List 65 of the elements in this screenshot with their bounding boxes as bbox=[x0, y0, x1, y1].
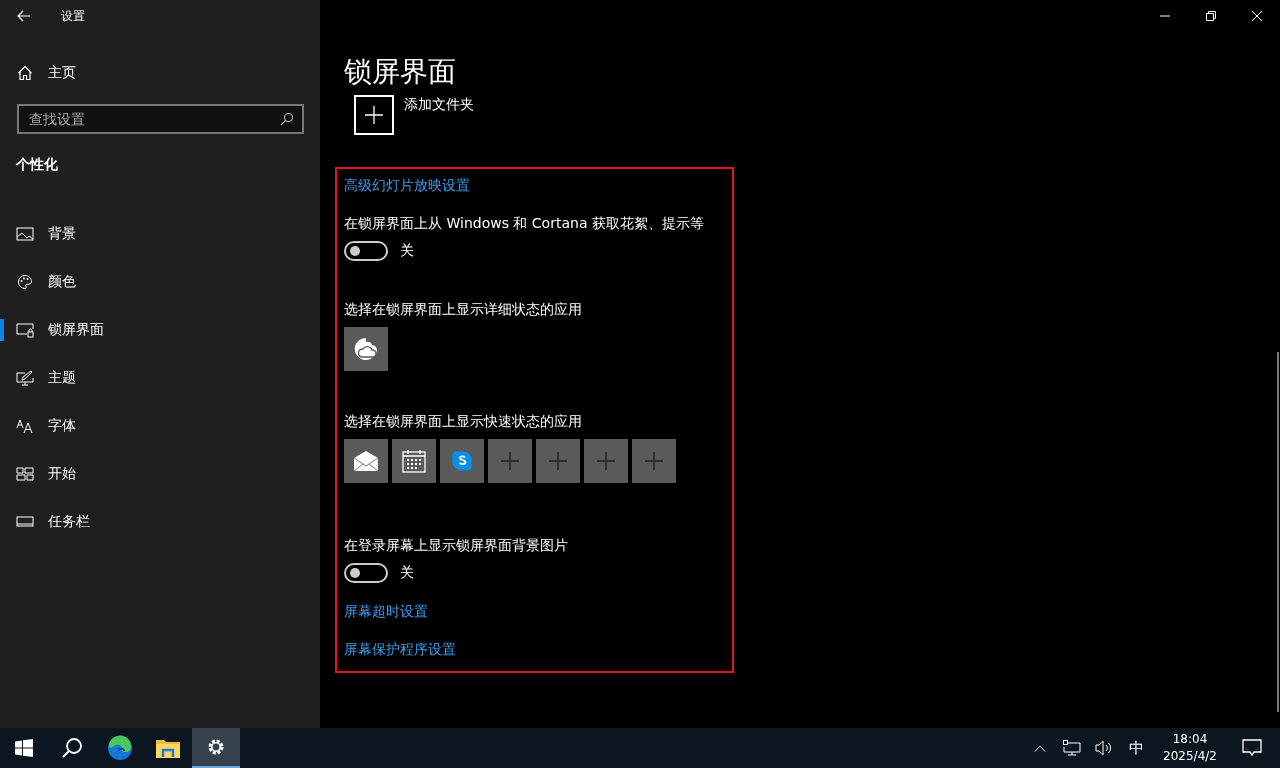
settings-link[interactable]: 屏幕超时设置 bbox=[344, 601, 428, 621]
gear-icon bbox=[206, 737, 226, 757]
pen-monitor-icon bbox=[16, 370, 34, 386]
plus-icon bbox=[549, 452, 567, 470]
moon-cloud-icon bbox=[353, 336, 379, 362]
setting-label: 选择在锁屏界面上显示快速状态的应用 bbox=[344, 412, 583, 431]
sidebar-item[interactable]: 开始 bbox=[0, 450, 320, 498]
sidebar-item[interactable]: 锁屏界面 bbox=[0, 306, 320, 354]
speech-bubble-icon bbox=[1242, 739, 1262, 757]
settings-link[interactable]: 高级幻灯片放映设置 bbox=[344, 175, 470, 195]
chevron-up-icon bbox=[1034, 744, 1046, 752]
sidebar-item[interactable]: 颜色 bbox=[0, 258, 320, 306]
setting-label: 选择在锁屏界面上显示详细状态的应用 bbox=[344, 300, 583, 319]
add-folder-button[interactable] bbox=[354, 95, 394, 135]
clock-button[interactable]: 18:04 2025/4/2 bbox=[1152, 728, 1228, 768]
clock-date: 2025/4/2 bbox=[1163, 748, 1217, 765]
plus-icon bbox=[365, 106, 383, 124]
speaker-icon bbox=[1095, 740, 1113, 756]
toggle-state: 关 bbox=[400, 564, 414, 582]
taskbar-app-button[interactable] bbox=[192, 728, 240, 768]
folder-icon bbox=[156, 738, 180, 758]
restore-icon bbox=[1206, 11, 1216, 21]
toggle-switch[interactable] bbox=[344, 563, 388, 583]
plus-icon bbox=[597, 452, 615, 470]
plus-icon bbox=[501, 452, 519, 470]
clock-time: 18:04 bbox=[1172, 731, 1208, 748]
app-tile[interactable] bbox=[392, 439, 436, 483]
windows-logo-icon bbox=[15, 739, 33, 757]
sidebar-item[interactable]: 字体 bbox=[0, 402, 320, 450]
search-icon bbox=[61, 737, 83, 759]
window-title: 设置 bbox=[61, 7, 85, 25]
close-icon bbox=[1252, 11, 1262, 21]
taskbar-icon bbox=[16, 514, 34, 530]
setting-label: 在锁屏界面上从 Windows 和 Cortana 获取花絮、提示等 bbox=[344, 214, 705, 233]
picture-icon bbox=[16, 226, 34, 242]
search-icon bbox=[280, 112, 294, 126]
chat-s-icon bbox=[451, 450, 473, 472]
app-tile[interactable] bbox=[344, 327, 388, 371]
toggle-switch[interactable] bbox=[344, 241, 388, 261]
envelope-icon bbox=[353, 450, 379, 472]
setting-label: 在登录屏幕上显示锁屏界面背景图片 bbox=[344, 536, 569, 555]
home-nav-item[interactable]: 主页 bbox=[0, 49, 320, 97]
lock-screen-icon bbox=[16, 322, 34, 338]
plus-icon bbox=[645, 452, 663, 470]
toggle-state: 关 bbox=[400, 242, 414, 260]
scrollbar[interactable] bbox=[1277, 352, 1279, 712]
calendar-icon bbox=[402, 449, 426, 473]
home-icon bbox=[17, 65, 33, 81]
input-method-button[interactable]: 中 bbox=[1120, 728, 1152, 768]
tiles-icon bbox=[16, 466, 34, 482]
app-tile[interactable] bbox=[344, 439, 388, 483]
sidebar-item[interactable]: 背景 bbox=[0, 210, 320, 258]
palette-icon bbox=[16, 274, 34, 290]
page-title: 锁屏界面 bbox=[344, 54, 457, 90]
font-icon bbox=[16, 418, 34, 434]
sidebar-item[interactable]: 主题 bbox=[0, 354, 320, 402]
network-monitor-icon bbox=[1063, 740, 1081, 756]
back-arrow-icon bbox=[17, 10, 31, 22]
sidebar-item[interactable]: 任务栏 bbox=[0, 498, 320, 546]
search-field[interactable]: 查找设置 bbox=[17, 104, 304, 134]
section-heading: 个性化 bbox=[16, 156, 59, 174]
app-tile[interactable] bbox=[440, 439, 484, 483]
browser-swirl-icon bbox=[107, 735, 133, 761]
settings-link[interactable]: 屏幕保护程序设置 bbox=[344, 639, 456, 659]
add-folder-label: 添加文件夹 bbox=[404, 96, 474, 114]
